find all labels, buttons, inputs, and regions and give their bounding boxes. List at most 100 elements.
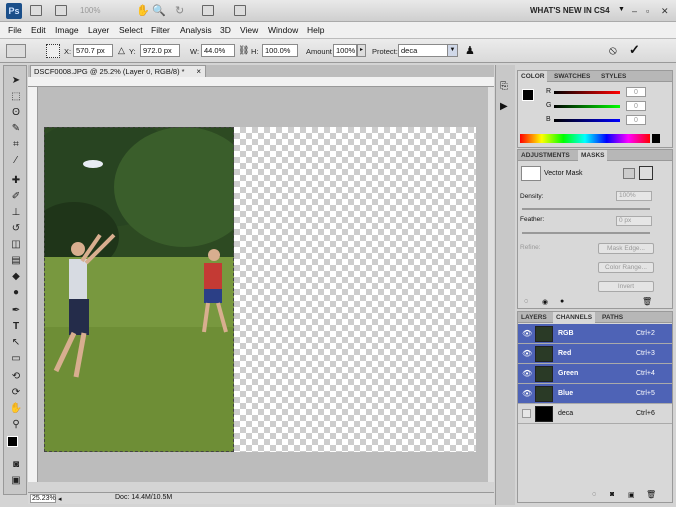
workspace-switcher[interactable]: WHAT'S NEW IN CS4 (530, 6, 610, 15)
color-range-button[interactable]: Color Range... (598, 262, 654, 273)
status-menu-icon[interactable]: ◂ (58, 495, 62, 503)
actions-panel-icon[interactable]: ▶ (500, 101, 508, 112)
foreground-swatch[interactable] (522, 89, 534, 101)
new-channel-icon[interactable]: ▣ (628, 491, 635, 499)
history-brush-icon[interactable]: ↺ (7, 222, 25, 236)
zoom-icon[interactable]: ⚲ (7, 418, 25, 432)
height-field[interactable]: 100.0% (262, 44, 298, 57)
vertical-ruler[interactable] (28, 87, 38, 482)
transform-bounding-box[interactable] (44, 127, 234, 452)
3d-orbit-icon[interactable]: ⟳ (7, 386, 25, 400)
red-slider[interactable] (554, 91, 620, 94)
mask-edge-button[interactable]: Mask Edge... (598, 243, 654, 254)
clone-stamp-icon[interactable]: ⊥ (7, 206, 25, 220)
invert-button[interactable]: Invert (598, 281, 654, 292)
brush-tool-icon[interactable]: ✐ (7, 190, 25, 204)
y-field[interactable]: 972.0 px (140, 44, 180, 57)
tab-adjustments[interactable]: ADJUSTMENTS (518, 150, 573, 161)
density-slider[interactable] (522, 208, 650, 210)
menu-window[interactable]: Window (268, 25, 298, 35)
pixel-mask-icon[interactable] (623, 168, 635, 179)
healing-brush-icon[interactable]: ✚ (7, 174, 25, 188)
history-panel-icon[interactable]: ⎘ (500, 81, 508, 92)
eye-icon[interactable]: 👁 (522, 370, 532, 378)
marquee-tool-icon[interactable]: ⬚ (7, 90, 25, 104)
channel-row-deca[interactable]: deca Ctrl+6 (518, 404, 672, 424)
menu-select[interactable]: Select (119, 25, 143, 35)
tab-styles[interactable]: STYLES (598, 71, 629, 82)
tab-paths[interactable]: PATHS (599, 312, 626, 323)
lasso-tool-icon[interactable]: ʘ (7, 106, 25, 120)
load-selection-icon[interactable]: ◌ (524, 298, 528, 305)
type-tool-icon[interactable]: T (7, 320, 25, 334)
channel-row-red[interactable]: 👁 Red Ctrl+3 (518, 344, 672, 364)
tab-color[interactable]: COLOR (518, 71, 548, 82)
zoom-tool-icon[interactable]: 🔍 (152, 4, 166, 17)
menu-edit[interactable]: Edit (31, 25, 46, 35)
bridge-icon[interactable] (30, 5, 42, 16)
tool-preset-picker[interactable] (6, 44, 26, 58)
path-selection-icon[interactable]: ↖ (7, 336, 25, 350)
maximize-icon[interactable]: ▫ (646, 6, 649, 16)
menu-file[interactable]: File (8, 25, 22, 35)
channel-row-blue[interactable]: 👁 Blue Ctrl+5 (518, 384, 672, 404)
density-field[interactable]: 100% (616, 191, 652, 201)
commit-transform-icon[interactable]: ✓ (629, 42, 640, 58)
quick-selection-icon[interactable]: ✎ (7, 122, 25, 136)
channel-row-rgb[interactable]: 👁 RGB Ctrl+2 (518, 324, 672, 344)
red-value-field[interactable]: 0 (626, 87, 646, 97)
apply-mask-icon[interactable]: ◉ (542, 298, 548, 306)
color-ramp[interactable] (520, 134, 650, 143)
protect-skin-tones-icon[interactable]: ♟ (465, 44, 475, 57)
eye-icon[interactable]: 👁 (522, 350, 532, 358)
menu-3d[interactable]: 3D (220, 25, 231, 35)
menu-layer[interactable]: Layer (88, 25, 109, 35)
channel-row-green[interactable]: 👁 Green Ctrl+4 (518, 364, 672, 384)
visibility-toggle[interactable] (522, 409, 531, 418)
blur-tool-icon[interactable]: ◆ (7, 270, 25, 284)
blue-value-field[interactable]: 0 (626, 115, 646, 125)
eraser-icon[interactable]: ◫ (7, 238, 25, 252)
blue-slider[interactable] (554, 119, 620, 122)
tab-layers[interactable]: LAYERS (518, 312, 550, 323)
amount-field[interactable]: 100% (333, 44, 357, 57)
minimize-icon[interactable]: – (632, 6, 637, 16)
menu-analysis[interactable]: Analysis (180, 25, 212, 35)
pen-tool-icon[interactable]: ✒ (7, 304, 25, 318)
dodge-tool-icon[interactable]: ● (7, 286, 25, 300)
tab-swatches[interactable]: SWATCHES (551, 71, 593, 82)
disable-mask-icon[interactable]: ● (560, 298, 564, 305)
relative-position-icon[interactable]: △ (118, 45, 125, 56)
arrange-documents-icon[interactable] (202, 5, 214, 16)
eyedropper-icon[interactable]: ⁄ (7, 154, 25, 168)
quick-mask-icon[interactable]: ◙ (7, 458, 25, 472)
screen-mode-toggle-icon[interactable]: ▣ (7, 474, 25, 488)
gradient-icon[interactable]: ▤ (7, 254, 25, 268)
hand-icon[interactable]: ✋ (7, 402, 25, 416)
width-field[interactable]: 44.0% (201, 44, 235, 57)
3d-rotate-icon[interactable]: ⟲ (7, 370, 25, 384)
amount-slider-arrow[interactable]: ▸ (357, 44, 366, 57)
delete-mask-icon[interactable]: 🗑 (642, 297, 652, 306)
tab-masks[interactable]: MASKS (578, 150, 608, 161)
zoom-level-field[interactable]: 100% (80, 5, 120, 17)
hand-tool-icon[interactable]: ✋ (136, 4, 150, 17)
zoom-status-field[interactable]: 25.23% (30, 494, 56, 503)
transparent-canvas-region[interactable] (234, 127, 476, 452)
menu-help[interactable]: Help (307, 25, 324, 35)
menu-view[interactable]: View (240, 25, 258, 35)
tab-channels[interactable]: CHANNELS (553, 312, 596, 323)
shape-tool-icon[interactable]: ▭ (7, 352, 25, 366)
green-value-field[interactable]: 0 (626, 101, 646, 111)
load-channel-selection-icon[interactable]: ◌ (592, 491, 596, 498)
close-icon[interactable]: ✕ (661, 6, 669, 17)
x-field[interactable]: 570.7 px (73, 44, 113, 57)
menu-filter[interactable]: Filter (151, 25, 170, 35)
horizontal-ruler[interactable] (28, 77, 494, 87)
black-ramp-swatch[interactable] (652, 134, 660, 143)
reference-point-icon[interactable] (46, 44, 60, 58)
close-document-icon[interactable]: × (196, 66, 201, 77)
feather-field[interactable]: 0 px (616, 216, 652, 226)
rotate-view-icon[interactable]: ↻ (175, 4, 184, 17)
feather-slider[interactable] (522, 232, 650, 234)
